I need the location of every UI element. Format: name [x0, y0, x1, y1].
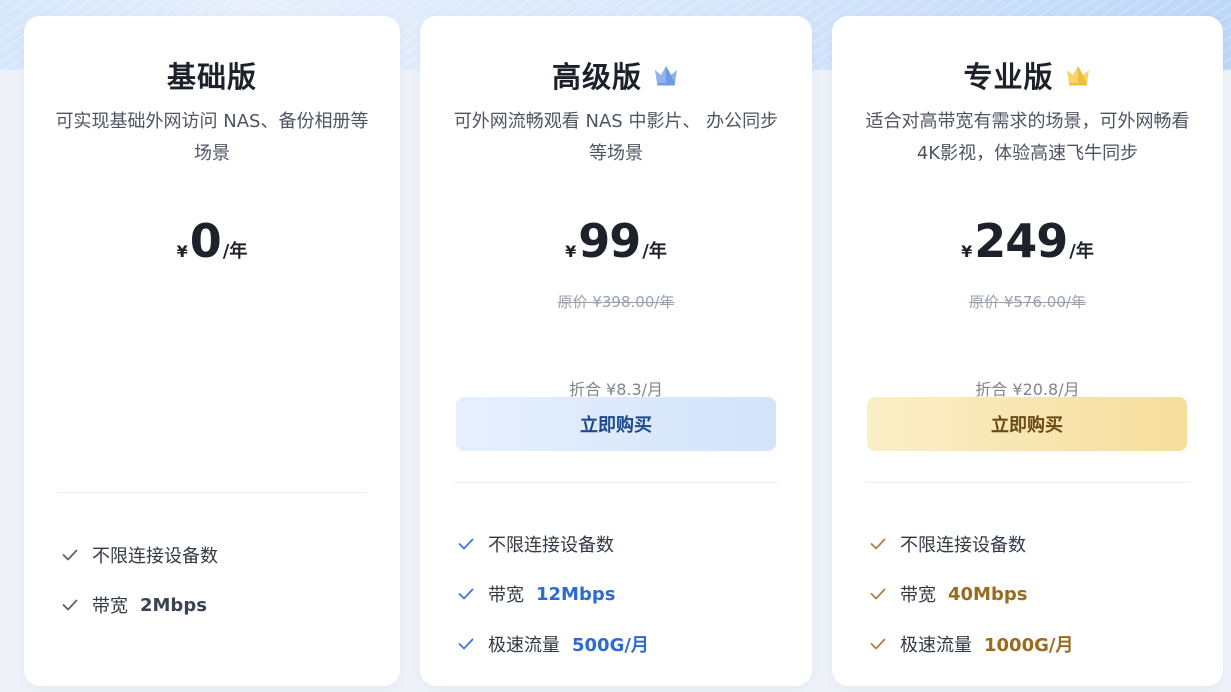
buy-now-button[interactable]: 立即购买 — [867, 397, 1187, 451]
price-period: /年 — [642, 241, 667, 262]
feature-item: 不限连接设备数 — [458, 519, 792, 569]
check-icon — [870, 585, 888, 603]
plan-title-row: 专业版 — [832, 54, 1223, 96]
feature-list: 不限连接设备数 带宽 12Mbps 极速流量 500G/月 — [458, 519, 792, 669]
feature-item: 带宽 12Mbps — [458, 569, 792, 619]
check-icon — [870, 635, 888, 653]
plan-card-advanced: 高级版 可外网流畅观看 NAS 中影片、 办公同步等场景 ¥ 99 /年 原价 … — [420, 16, 812, 686]
plan-price: ¥ 249 /年 — [832, 214, 1223, 268]
feature-label: 极速流量 — [900, 635, 972, 656]
currency-symbol: ¥ — [565, 242, 577, 261]
feature-item: 不限连接设备数 — [62, 530, 380, 580]
price-amount: 249 — [974, 214, 1068, 268]
feature-label: 不限连接设备数 — [900, 535, 1026, 556]
divider — [866, 482, 1189, 483]
price-amount: 0 — [189, 214, 222, 268]
feature-value: 12Mbps — [536, 583, 616, 605]
feature-list: 不限连接设备数 带宽 40Mbps 极速流量 1000G/月 — [870, 519, 1203, 669]
check-icon — [458, 635, 476, 653]
plan-title: 高级版 — [551, 60, 642, 94]
feature-item: 不限连接设备数 — [870, 519, 1203, 569]
feature-item: 带宽 40Mbps — [870, 569, 1203, 619]
price-period: /年 — [1069, 241, 1094, 262]
feature-label: 带宽 — [488, 585, 524, 606]
check-icon — [870, 535, 888, 553]
check-icon — [62, 596, 80, 614]
divider — [58, 492, 366, 493]
crown-gold-icon — [1064, 63, 1092, 87]
divider — [454, 482, 778, 483]
buy-now-button[interactable]: 立即购买 — [456, 397, 776, 451]
feature-label: 带宽 — [900, 585, 936, 606]
plan-price: ¥ 0 /年 — [24, 214, 400, 268]
feature-value: 1000G/月 — [984, 635, 1074, 656]
feature-label: 不限连接设备数 — [488, 535, 614, 556]
plan-description: 可实现基础外网访问 NAS、备份相册等场景 — [55, 111, 369, 164]
plan-title: 专业版 — [963, 60, 1054, 94]
plan-price: ¥ 99 /年 — [420, 214, 812, 268]
feature-value: 500G/月 — [572, 635, 649, 656]
feature-value: 2Mbps — [140, 594, 207, 616]
original-price: 原价 ¥576.00/年 — [969, 293, 1086, 311]
check-icon — [458, 535, 476, 553]
crown-blue-icon — [652, 63, 680, 87]
original-price: 原价 ¥398.00/年 — [557, 293, 675, 311]
check-icon — [62, 546, 80, 564]
check-icon — [458, 585, 476, 603]
plan-title-row: 基础版 — [24, 54, 400, 96]
feature-item: 极速流量 500G/月 — [458, 619, 792, 669]
plan-description: 适合对高带宽有需求的场景，可外网畅看4K影视，体验高速飞牛同步 — [865, 111, 1190, 164]
price-period: /年 — [222, 241, 248, 262]
currency-symbol: ¥ — [176, 242, 188, 261]
feature-item: 极速流量 1000G/月 — [870, 619, 1203, 669]
plan-card-professional: 专业版 适合对高带宽有需求的场景，可外网畅看4K影视，体验高速飞牛同步 ¥ 24… — [832, 16, 1223, 686]
feature-label: 不限连接设备数 — [92, 546, 218, 567]
currency-symbol: ¥ — [961, 242, 973, 261]
feature-list: 不限连接设备数 带宽 2Mbps — [62, 530, 380, 630]
price-amount: 99 — [578, 214, 641, 268]
plan-title: 基础版 — [166, 60, 257, 94]
plan-title-row: 高级版 — [420, 54, 812, 96]
feature-label: 带宽 — [92, 596, 128, 617]
plan-description: 可外网流畅观看 NAS 中影片、 办公同步等场景 — [453, 111, 779, 164]
feature-item: 带宽 2Mbps — [62, 580, 380, 630]
feature-label: 极速流量 — [488, 635, 560, 656]
plan-card-basic: 基础版 可实现基础外网访问 NAS、备份相册等场景 ¥ 0 /年 不限连接设备数… — [24, 16, 400, 686]
feature-value: 40Mbps — [948, 583, 1028, 605]
